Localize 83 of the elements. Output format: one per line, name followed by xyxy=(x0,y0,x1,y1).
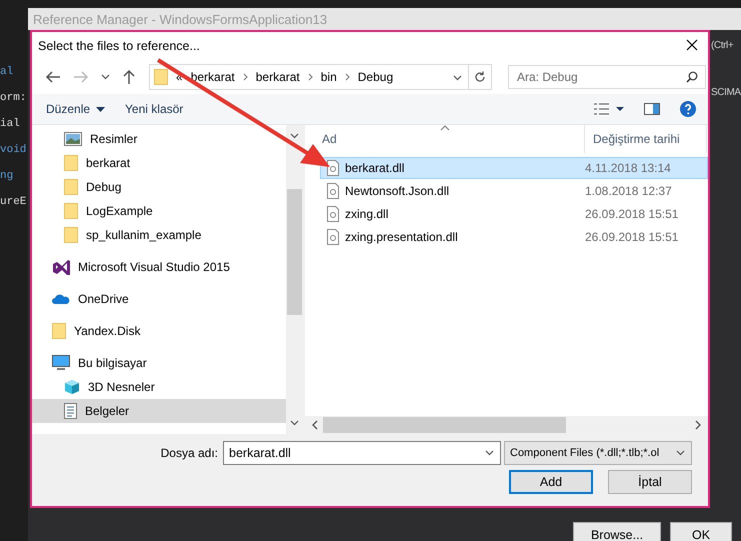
folder-icon xyxy=(64,179,78,195)
file-date: 1.08.2018 12:37 xyxy=(584,184,672,198)
file-name-label: Dosya adı: xyxy=(160,446,218,460)
code-fragment: void xyxy=(0,144,28,156)
vertical-scrollbar[interactable] xyxy=(286,125,303,434)
window-button[interactable]: Browse... xyxy=(573,522,661,541)
column-header[interactable]: Değiştirme tarihi xyxy=(585,125,707,153)
refresh-icon xyxy=(474,71,486,83)
dll-file-icon xyxy=(327,229,339,245)
sidebar-item[interactable]: Microsoft Visual Studio 2015 xyxy=(32,255,286,279)
sidebar-item[interactable]: OneDrive xyxy=(32,287,286,311)
dialog-title: Select the files to reference... xyxy=(38,39,200,53)
document-icon xyxy=(64,403,77,419)
file-name: zxing.dll xyxy=(345,207,388,221)
dropdown-icon xyxy=(485,450,494,456)
file-row[interactable]: Newtonsoft.Json.dll 1.08.2018 12:37 xyxy=(320,180,708,202)
dropdown-icon xyxy=(676,450,685,456)
sort-caret-icon xyxy=(440,125,450,131)
file-name: berkarat.dll xyxy=(345,161,404,175)
sidebar-item[interactable]: Belgeler xyxy=(32,399,286,423)
sidebar-item[interactable]: LogExample xyxy=(32,199,286,223)
search-icon xyxy=(686,71,698,83)
chevron-icon xyxy=(344,73,350,81)
scroll-left-icon xyxy=(311,420,319,430)
folder-icon xyxy=(64,155,78,171)
file-row[interactable]: zxing.dll 26.09.2018 15:51 xyxy=(320,203,708,225)
view-options-button[interactable] xyxy=(594,103,624,115)
dialog-button[interactable]: İptal xyxy=(608,470,692,494)
file-row[interactable]: berkarat.dll 4.11.2018 13:14 xyxy=(320,157,708,179)
scroll-down-icon xyxy=(290,420,299,426)
breadcrumb[interactable]: berkarat xyxy=(190,70,235,84)
horizontal-scrollbar[interactable] xyxy=(305,416,708,434)
sidebar-item[interactable]: Bu bilgisayar xyxy=(32,351,286,375)
code-fragment: ureE xyxy=(0,196,28,208)
file-date: 4.11.2018 13:14 xyxy=(584,161,671,175)
folder-icon xyxy=(52,323,66,339)
code-fragment: ial xyxy=(0,118,21,130)
window-title: Reference Manager - WindowsFormsApplication13 xyxy=(28,8,741,30)
chevron-icon xyxy=(242,73,248,81)
search-field[interactable]: Ara: Debug xyxy=(508,65,706,89)
dialog-button[interactable]: Add xyxy=(509,470,593,494)
caret-icon xyxy=(96,106,106,112)
sidebar-item[interactable]: sp_kullanim_example xyxy=(32,223,286,247)
visual-studio-icon xyxy=(52,259,70,275)
sidebar-item[interactable]: Resimler xyxy=(32,127,286,151)
breadcrumb[interactable]: Debug xyxy=(358,70,394,84)
file-name: Newtonsoft.Json.dll xyxy=(345,184,450,198)
sidebar-item[interactable]: berkarat xyxy=(32,151,286,175)
dll-file-icon xyxy=(327,183,339,199)
code-fragment: orm: xyxy=(0,92,28,104)
new-folder-button[interactable]: Yeni klasör xyxy=(125,102,184,116)
scroll-up-icon xyxy=(290,133,299,139)
organize-button[interactable]: Düzenle xyxy=(46,102,106,116)
file-name: zxing.presentation.dll xyxy=(345,230,458,244)
dropdown-icon xyxy=(453,75,462,81)
background-text: SCIMA xyxy=(711,87,741,98)
folder-icon xyxy=(154,69,168,85)
file-date: 26.09.2018 15:51 xyxy=(584,207,678,221)
computer-icon xyxy=(52,355,70,371)
file-row[interactable]: zxing.presentation.dll 26.09.2018 15:51 xyxy=(320,226,708,248)
help-button[interactable] xyxy=(680,101,696,117)
preview-pane-button[interactable] xyxy=(644,103,660,115)
cube-icon xyxy=(64,379,80,395)
file-type-dropdown[interactable]: Component Files (*.dll;*.tlb;*.ol xyxy=(504,441,692,465)
file-name-field[interactable]: berkarat.dll xyxy=(223,441,501,465)
sidebar-item[interactable]: Yandex.Disk xyxy=(32,319,286,343)
background-text: (Ctrl+ xyxy=(711,40,734,51)
cloud-icon xyxy=(52,293,70,305)
dll-file-icon xyxy=(327,160,339,176)
code-fragment: al xyxy=(0,66,14,78)
breadcrumb[interactable]: berkarat xyxy=(256,70,300,84)
breadcrumb[interactable]: bin xyxy=(320,70,337,84)
sidebar-item[interactable]: Debug xyxy=(32,175,286,199)
folder-icon xyxy=(64,203,78,219)
picture-icon xyxy=(64,132,82,146)
scroll-right-icon xyxy=(694,420,702,430)
chevron-icon xyxy=(308,73,313,81)
dll-file-icon xyxy=(327,206,339,222)
folder-icon xyxy=(64,227,78,243)
sidebar-item[interactable]: 3D Nesneler xyxy=(32,375,286,399)
file-date: 26.09.2018 15:51 xyxy=(584,230,678,244)
window-button[interactable]: OK xyxy=(670,522,732,541)
code-fragment: ng xyxy=(0,170,14,182)
